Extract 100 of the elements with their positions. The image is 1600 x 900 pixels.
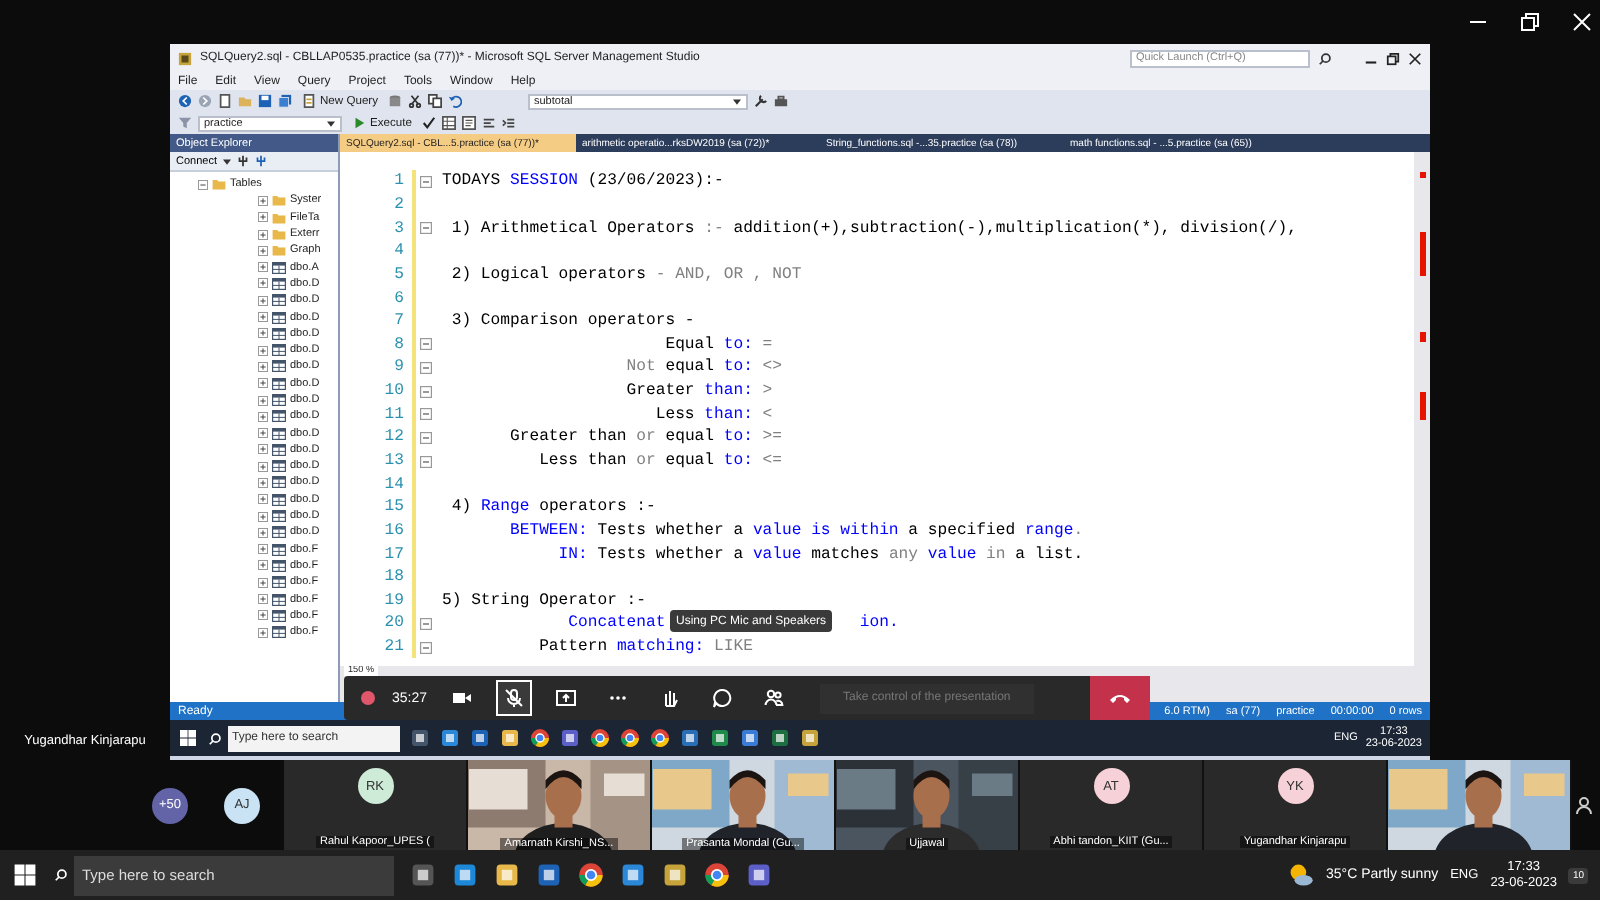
- expand-icon[interactable]: [258, 444, 268, 455]
- plug-icon[interactable]: [253, 154, 267, 168]
- back-icon[interactable]: [178, 94, 192, 108]
- table-icon: [272, 277, 286, 290]
- browser-icon[interactable]: [530, 728, 550, 748]
- store-icon[interactable]: [440, 728, 460, 748]
- expand-icon[interactable]: [258, 461, 268, 472]
- fold-icon[interactable]: [420, 431, 432, 444]
- fold-icon[interactable]: [420, 408, 432, 421]
- collapse-icon[interactable]: [198, 179, 208, 190]
- weather-icon[interactable]: [1287, 862, 1314, 888]
- expand-icon[interactable]: [258, 527, 268, 538]
- expand-icon[interactable]: [258, 328, 268, 339]
- expand-icon[interactable]: [258, 560, 268, 571]
- expand-icon[interactable]: [258, 262, 268, 273]
- expand-icon[interactable]: [258, 212, 268, 223]
- start-icon[interactable]: [178, 728, 198, 748]
- restore-icon[interactable]: [1386, 51, 1400, 65]
- hang-up-button[interactable]: [1090, 676, 1150, 720]
- folder-icon[interactable]: [494, 862, 520, 888]
- expand-icon[interactable]: [258, 594, 268, 605]
- browser-icon[interactable]: [704, 862, 730, 888]
- chat-app-icon[interactable]: [746, 862, 772, 888]
- browser-icon[interactable]: [590, 728, 610, 748]
- expand-icon[interactable]: [258, 378, 268, 389]
- cut-icon[interactable]: [408, 94, 422, 108]
- indent-icon[interactable]: [501, 116, 516, 130]
- toolbox-icon[interactable]: [774, 94, 788, 108]
- start-icon[interactable]: [12, 862, 38, 888]
- fold-icon[interactable]: [420, 175, 432, 188]
- browser-icon[interactable]: [578, 862, 604, 888]
- task-view-icon[interactable]: [410, 862, 436, 888]
- close-icon[interactable]: [1408, 51, 1422, 65]
- table-icon: [272, 493, 286, 506]
- fold-icon[interactable]: [420, 455, 432, 467]
- fold-icon[interactable]: [420, 617, 432, 630]
- checkmark-icon[interactable]: [421, 116, 436, 130]
- camera-icon: [451, 688, 472, 708]
- caret-icon[interactable]: [221, 157, 231, 165]
- fold-icon[interactable]: [420, 385, 432, 398]
- database-query-icon[interactable]: [388, 94, 402, 108]
- mail-icon[interactable]: [536, 862, 562, 888]
- spreadsheet-icon[interactable]: [770, 728, 790, 748]
- expand-icon[interactable]: [258, 295, 268, 306]
- expand-icon[interactable]: [258, 428, 268, 439]
- fold-icon[interactable]: [420, 222, 432, 235]
- expand-icon[interactable]: [258, 245, 268, 256]
- comment-icon[interactable]: [481, 116, 496, 130]
- line-number: 7: [392, 312, 406, 331]
- photos-icon[interactable]: [620, 862, 646, 888]
- expand-icon[interactable]: [258, 345, 268, 356]
- wrench-icon[interactable]: [754, 94, 768, 108]
- expand-icon[interactable]: [258, 361, 268, 372]
- caret-icon[interactable]: [732, 97, 742, 105]
- table-icon: [272, 626, 286, 639]
- code-line: Greater than or equal to: >=: [507, 428, 783, 447]
- fold-icon[interactable]: [420, 641, 432, 654]
- code-line: 2) Logical operators - AND, OR , NOT: [449, 265, 802, 284]
- undo-icon[interactable]: [448, 94, 462, 108]
- expand-icon[interactable]: [258, 577, 268, 588]
- save-icon[interactable]: [258, 94, 272, 108]
- save-all-icon[interactable]: [278, 94, 292, 108]
- mail-icon[interactable]: [470, 728, 490, 748]
- app-icon[interactable]: [662, 862, 688, 888]
- expand-icon[interactable]: [258, 544, 268, 555]
- expand-icon[interactable]: [258, 610, 268, 621]
- grid-icon[interactable]: [441, 116, 456, 130]
- expand-icon[interactable]: [258, 627, 268, 638]
- code-line: ion.: [859, 614, 899, 633]
- fold-icon[interactable]: [420, 361, 432, 374]
- expand-icon[interactable]: [258, 195, 268, 206]
- expand-icon[interactable]: [258, 395, 268, 405]
- search-icon[interactable]: [1318, 51, 1332, 65]
- browser-icon[interactable]: [620, 728, 640, 748]
- expand-icon[interactable]: [258, 494, 268, 505]
- text-results-icon[interactable]: [461, 116, 476, 130]
- expand-icon[interactable]: [258, 312, 268, 323]
- plug-icon[interactable]: [235, 154, 249, 168]
- document-icon: [302, 94, 316, 108]
- microphone-button[interactable]: [495, 680, 532, 716]
- expand-icon[interactable]: [258, 278, 268, 289]
- expand-icon[interactable]: [258, 511, 268, 522]
- fold-icon[interactable]: [420, 338, 432, 351]
- folder-icon[interactable]: [500, 728, 520, 748]
- caret-icon[interactable]: [326, 119, 336, 127]
- chat-app-icon[interactable]: [560, 728, 580, 748]
- scrollbar[interactable]: [1414, 152, 1430, 666]
- task-view-icon[interactable]: [410, 728, 430, 748]
- expand-icon[interactable]: [258, 477, 268, 488]
- app-icon[interactable]: [800, 728, 820, 748]
- browser-icon[interactable]: [650, 728, 670, 748]
- people-icon[interactable]: [1576, 795, 1596, 815]
- expand-icon[interactable]: [258, 411, 268, 422]
- new-file-icon[interactable]: [218, 94, 232, 108]
- restore-icon[interactable]: [1520, 12, 1540, 32]
- browser-icon[interactable]: [452, 862, 478, 888]
- microphone-icon: [503, 688, 524, 708]
- copy-icon[interactable]: [428, 94, 442, 108]
- expand-icon[interactable]: [258, 229, 268, 240]
- line-number: 13: [382, 452, 406, 470]
